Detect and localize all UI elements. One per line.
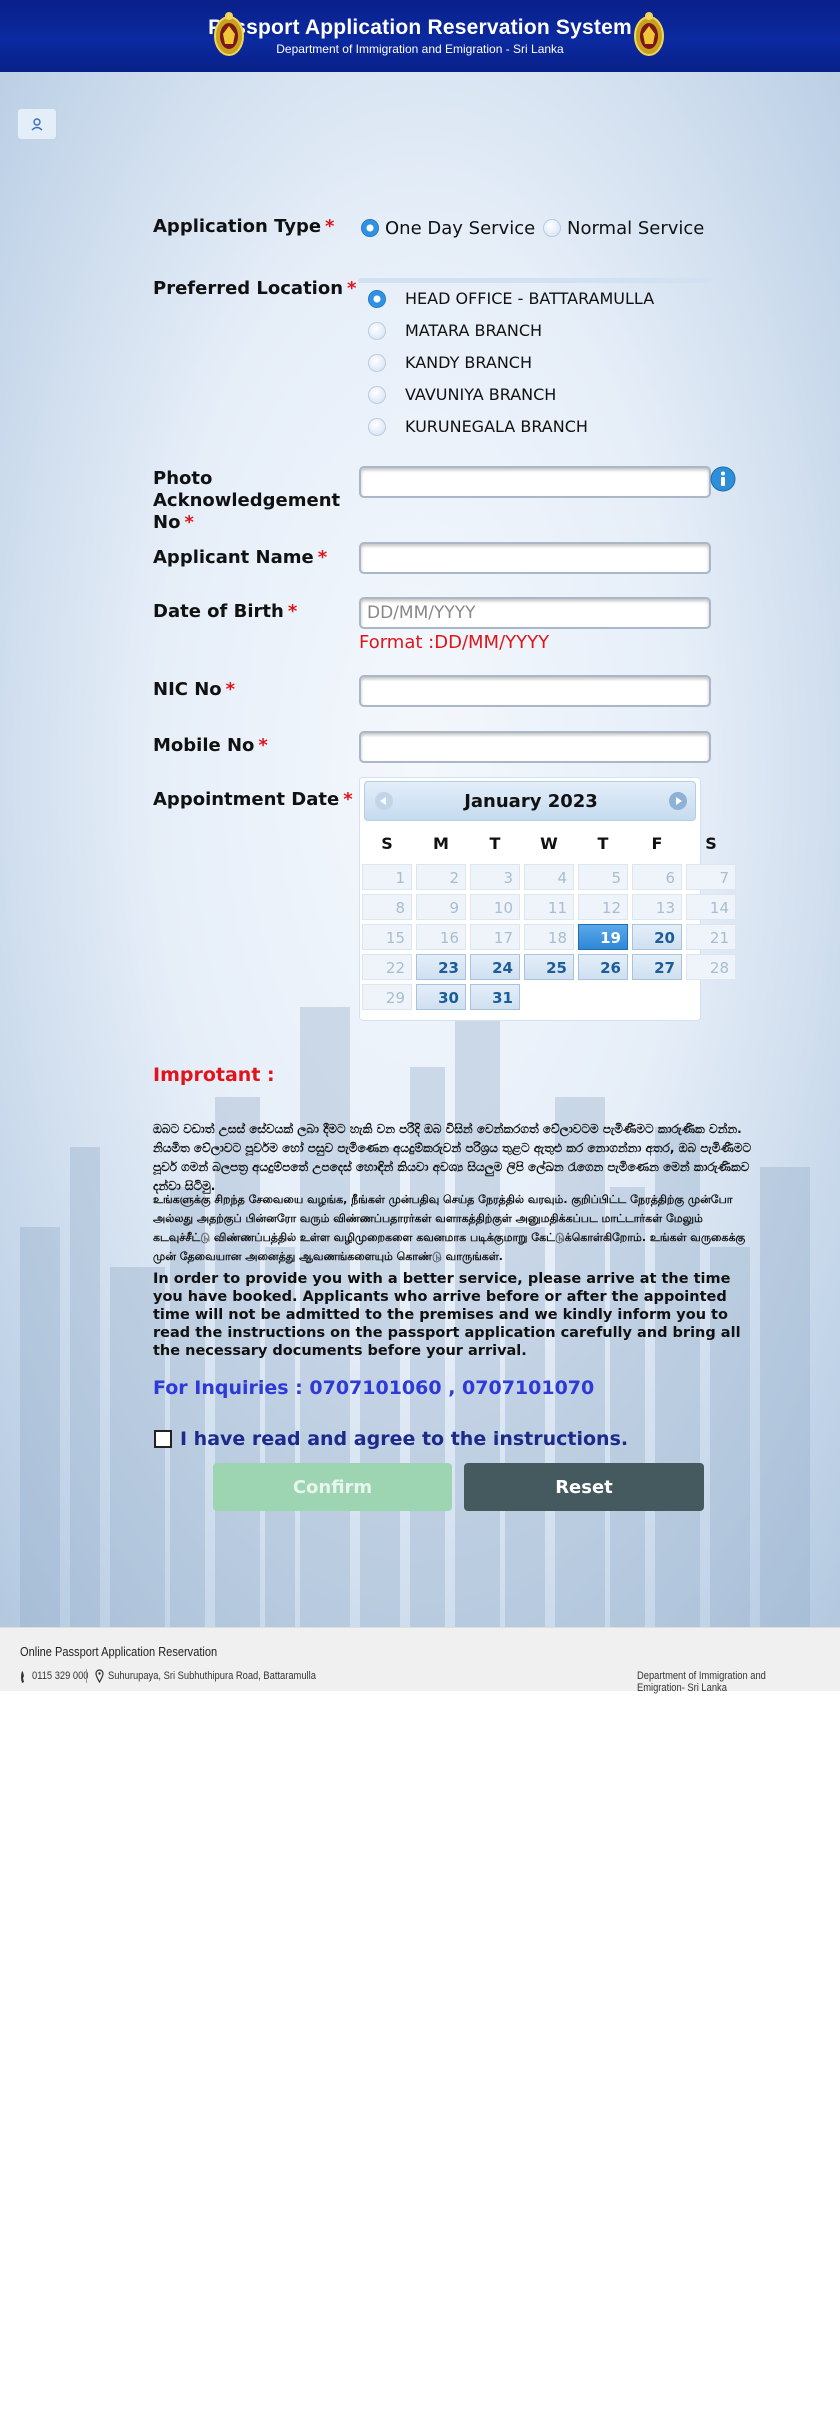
header-bar: Passport Application Reservation System … (0, 0, 840, 72)
calendar-day: 29 (362, 984, 412, 1010)
footer-address: Suhurupaya, Sri Subhuthipura Road, Batta… (108, 1670, 316, 1682)
calendar-header: January 2023 (364, 781, 696, 821)
login-button[interactable] (17, 108, 57, 140)
inquiries-text: For Inquiries : 0707101060 , 0707101070 (153, 1377, 595, 1399)
calendar-day[interactable]: 24 (470, 954, 520, 980)
calendar-day: 1 (362, 864, 412, 890)
calendar-month-title: January 2023 (464, 791, 598, 812)
location-head-office[interactable]: HEAD OFFICE - BATTARAMULLA (405, 289, 654, 309)
calendar-weekday: S (381, 834, 393, 853)
footer-divider (86, 1669, 87, 1683)
calendar-day: 10 (470, 894, 520, 920)
calendar-day[interactable]: 31 (470, 984, 520, 1010)
site-subtitle: Department of Immigration and Emigration… (276, 42, 564, 56)
radio-one-day-service[interactable] (361, 219, 379, 237)
calendar-day: 21 (686, 924, 736, 950)
site-title: Passport Application Reservation System (208, 16, 632, 39)
info-icon[interactable] (710, 466, 736, 492)
appointment-date-label: Appointment Date * (153, 789, 353, 810)
notice-english: In order to provide you with a better se… (153, 1271, 741, 1359)
calendar-weekday: S (705, 834, 717, 853)
notice-tamil: உங்களுக்கு சிறந்த சேவையை வழங்க, நீங்கள் … (153, 1193, 746, 1263)
calendar-day: 13 (632, 894, 682, 920)
mobile-label: Mobile No * (153, 735, 268, 756)
applicant-name-label: Applicant Name * (153, 547, 328, 568)
calendar-day: 11 (524, 894, 574, 920)
important-heading: Improtant : (153, 1064, 275, 1086)
radio-location-kurunegala[interactable] (368, 418, 386, 436)
calendar-day: 28 (686, 954, 736, 980)
calendar-weekday: T (597, 834, 609, 853)
calendar-weekday: T (489, 834, 501, 853)
sri-lanka-emblem-icon (634, 12, 664, 56)
radio-location-head-office[interactable] (368, 290, 386, 308)
mobile-input[interactable] (359, 731, 711, 763)
nic-label: NIC No * (153, 679, 236, 700)
sri-lanka-emblem-icon (214, 12, 244, 56)
calendar-day: 14 (686, 894, 736, 920)
calendar-day: 17 (470, 924, 520, 950)
user-icon (31, 118, 43, 131)
radio-location-kandy[interactable] (368, 354, 386, 372)
date-of-birth-label: Date of Birth * (153, 601, 298, 622)
photo-ack-label: Photo Acknowledgement No * (153, 468, 341, 533)
phone-icon (21, 1671, 24, 1683)
calendar-day[interactable]: 25 (524, 954, 574, 980)
calendar-weekday: W (540, 834, 558, 853)
calendar-day: 2 (416, 864, 466, 890)
location-list-top (358, 278, 710, 283)
calendar-day: 12 (578, 894, 628, 920)
application-type-label: Application Type * (153, 216, 335, 237)
calendar-day: 16 (416, 924, 466, 950)
option-normal-service[interactable]: Normal Service (567, 218, 704, 240)
location-kurunegala[interactable]: KURUNEGALA BRANCH (405, 417, 588, 437)
calendar-weekday: M (433, 834, 449, 853)
radio-normal-service[interactable] (543, 219, 561, 237)
map-pin-icon (95, 1669, 104, 1683)
calendar-day: 4 (524, 864, 574, 890)
footer: Online Passport Application Reservation … (0, 1627, 840, 1694)
nic-input[interactable] (359, 675, 711, 707)
confirm-button[interactable]: Confirm (213, 1463, 452, 1511)
agree-label[interactable]: I have read and agree to the instruction… (180, 1428, 628, 1450)
calendar-day[interactable]: 30 (416, 984, 466, 1010)
calendar-day: 7 (686, 864, 736, 890)
calendar-day: 9 (416, 894, 466, 920)
calendar-day[interactable]: 20 (632, 924, 682, 950)
calendar-day: 6 (632, 864, 682, 890)
calendar-day: 5 (578, 864, 628, 890)
date-of-birth-input[interactable] (359, 597, 711, 629)
preferred-location-label: Preferred Location * (153, 278, 357, 299)
calendar-day: 15 (362, 924, 412, 950)
calendar-next-icon[interactable] (669, 792, 687, 810)
calendar-day: 8 (362, 894, 412, 920)
notice-sinhala: ඔබට වඩාත් උසස් සේවයක් ලබා දීමට හැකි වන ප… (153, 1122, 752, 1193)
agree-checkbox[interactable] (154, 1430, 172, 1448)
calendar-day[interactable]: 23 (416, 954, 466, 980)
footer-title: Online Passport Application Reservation (20, 1644, 218, 1659)
location-matara[interactable]: MATARA BRANCH (405, 321, 542, 341)
footer-phone: 0115 329 000 (32, 1670, 89, 1682)
location-vavuniya[interactable]: VAVUNIYA BRANCH (405, 385, 556, 405)
reset-button[interactable]: Reset (464, 1463, 704, 1511)
radio-location-matara[interactable] (368, 322, 386, 340)
calendar-day: 22 (362, 954, 412, 980)
calendar-day[interactable]: 26 (578, 954, 628, 980)
location-kandy[interactable]: KANDY BRANCH (405, 353, 532, 373)
footer-department: Department of Immigration and Emigration… (637, 1670, 766, 1694)
dob-format-note: Format :DD/MM/YYYY (359, 632, 550, 653)
calendar-day: 18 (524, 924, 574, 950)
applicant-name-input[interactable] (359, 542, 711, 574)
option-one-day-service[interactable]: One Day Service (385, 218, 535, 240)
appointment-calendar: January 2023 S M T W T F S 1 2 3 4 5 6 7 8 9 10 11 12 13 14 1… (359, 777, 736, 1021)
calendar-day[interactable]: 19 (578, 924, 628, 950)
calendar-weekday: F (651, 834, 663, 853)
calendar-day: 3 (470, 864, 520, 890)
photo-ack-input[interactable] (359, 466, 711, 498)
calendar-day[interactable]: 27 (632, 954, 682, 980)
radio-location-vavuniya[interactable] (368, 386, 386, 404)
